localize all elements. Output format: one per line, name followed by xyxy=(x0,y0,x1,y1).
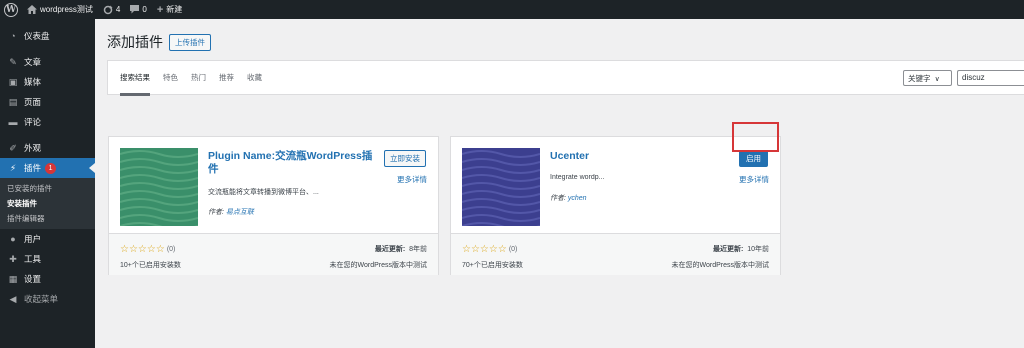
tab-search-results[interactable]: 搜索结果 xyxy=(120,61,150,96)
plugin-author: 作者: 易点互联 xyxy=(208,209,254,216)
chevron-down-icon: ∨ xyxy=(934,76,940,83)
active-installs: 10+个已启用安装数 xyxy=(120,262,181,269)
install-now-button[interactable]: 立即安装 xyxy=(384,150,426,167)
plus-icon: + xyxy=(156,3,164,16)
search-input[interactable]: discuz xyxy=(957,70,1024,86)
sidebar-item-media[interactable]: ▣ 媒体 xyxy=(0,72,95,92)
last-updated: 最近更新: 10年前 xyxy=(712,246,769,253)
tab-favorites[interactable]: 收藏 xyxy=(247,61,262,96)
sidebar-item-posts[interactable]: ✎ 文章 xyxy=(0,52,95,72)
page-icon: ▤ xyxy=(8,96,18,107)
plugin-name-link[interactable]: Ucenter xyxy=(550,150,715,163)
comment-icon: ▬ xyxy=(8,117,18,127)
plugin-update-badge: 1 xyxy=(45,162,57,174)
updates-count: 4 xyxy=(115,5,121,14)
media-icon: ▣ xyxy=(8,76,18,87)
comment-bubble-icon xyxy=(130,5,140,14)
refresh-icon xyxy=(103,5,113,15)
page-header: 添加插件 上传插件 xyxy=(107,32,211,52)
sidebar-item-collapse[interactable]: ◀ 收起菜单 xyxy=(0,289,95,309)
plugin-description: Integrate wordp... xyxy=(550,174,605,181)
comments-link[interactable]: 0 xyxy=(125,0,151,19)
sidebar-item-plugins[interactable]: ⚡ 插件 1 xyxy=(0,158,95,178)
settings-icon: ▦ xyxy=(8,273,18,284)
brush-icon: ✐ xyxy=(9,142,17,153)
tab-recommended[interactable]: 推荐 xyxy=(219,61,234,96)
plugin-card-footer: ☆☆☆☆☆ (0) 70+个已启用安装数 最近更新: 10年前 未在您的Word… xyxy=(451,233,780,275)
plugin-name-link[interactable]: Plugin Name:交流瓶WordPress插件 xyxy=(208,150,373,176)
collapse-icon: ◀ xyxy=(9,293,17,304)
more-details-link[interactable]: 更多详情 xyxy=(397,174,427,185)
wrench-icon: ✚ xyxy=(9,253,17,264)
home-icon xyxy=(27,5,37,14)
tab-popular[interactable]: 热门 xyxy=(191,61,206,96)
plugin-description: 交流瓶能将文章转播到微博平台、... xyxy=(208,189,319,196)
upload-plugin-button[interactable]: 上传插件 xyxy=(169,33,211,51)
main-content: 添加插件 上传插件 搜索结果 特色 热门 推荐 收藏 关键字 ∨ discuz xyxy=(95,19,1024,348)
plugin-icon: ⚡ xyxy=(9,162,17,173)
site-name-link[interactable]: wordpress测试 xyxy=(22,0,98,19)
rating-count[interactable]: (0) xyxy=(509,246,518,253)
plugins-submenu: 已安装的插件 安装插件 插件编辑器 xyxy=(0,178,95,229)
rating-count[interactable]: (0) xyxy=(167,246,176,253)
sidebar-item-appearance[interactable]: ✐ 外观 xyxy=(0,138,95,158)
submenu-plugin-editor[interactable]: 插件编辑器 xyxy=(0,211,95,226)
plugin-card: Ucenter Integrate wordp... 作者: ychen 启用 … xyxy=(450,136,781,275)
pin-icon: ✎ xyxy=(9,56,17,67)
dashboard-icon: ◔ xyxy=(10,31,16,41)
author-link[interactable]: 易点互联 xyxy=(226,209,254,216)
wave-pattern xyxy=(120,148,198,226)
more-details-link[interactable]: 更多详情 xyxy=(739,174,769,185)
tab-featured[interactable]: 特色 xyxy=(163,61,178,96)
plugin-icon-image[interactable] xyxy=(120,148,198,226)
updates-link[interactable]: 4 xyxy=(98,0,125,19)
wordpress-logo-icon[interactable]: W xyxy=(4,2,18,17)
sidebar-item-pages[interactable]: ▤ 页面 xyxy=(0,92,95,112)
star-icons: ☆☆☆☆☆ xyxy=(120,244,165,255)
search-type-select[interactable]: 关键字 ∨ xyxy=(903,70,952,86)
star-rating: ☆☆☆☆☆ (0) xyxy=(462,244,517,255)
admin-sidebar: ◔ 仪表盘 ✎ 文章 ▣ 媒体 ▤ 页面 ▬ 评论 ✐ 外观 ⚡ 插件 1 已安… xyxy=(0,19,95,348)
sidebar-item-dashboard[interactable]: ◔ 仪表盘 xyxy=(0,26,95,46)
sidebar-item-settings[interactable]: ▦ 设置 xyxy=(0,269,95,289)
new-content-link[interactable]: + 新建 xyxy=(152,0,187,19)
site-name: wordpress测试 xyxy=(40,5,93,14)
plugin-icon-image[interactable] xyxy=(462,148,540,226)
sidebar-item-comments[interactable]: ▬ 评论 xyxy=(0,112,95,132)
star-rating: ☆☆☆☆☆ (0) xyxy=(120,244,175,255)
last-updated: 最近更新: 8年前 xyxy=(374,246,427,253)
submenu-installed-plugins[interactable]: 已安装的插件 xyxy=(0,181,95,196)
plugin-card: Plugin Name:交流瓶WordPress插件 交流瓶能将文章转播到微博平… xyxy=(108,136,439,275)
active-installs: 70+个已启用安装数 xyxy=(462,262,523,269)
compatibility-note: 未在您的WordPress版本中测试 xyxy=(671,262,770,269)
comments-count: 0 xyxy=(142,5,147,14)
submenu-add-plugins[interactable]: 安装插件 xyxy=(0,196,95,211)
plugin-author: 作者: ychen xyxy=(550,195,587,202)
plugin-card-footer: ☆☆☆☆☆ (0) 10+个已启用安装数 最近更新: 8年前 未在您的WordP… xyxy=(109,233,438,275)
user-icon: ● xyxy=(10,234,16,244)
new-label: 新建 xyxy=(166,5,183,14)
sidebar-item-tools[interactable]: ✚ 工具 xyxy=(0,249,95,269)
compatibility-note: 未在您的WordPress版本中测试 xyxy=(329,262,428,269)
author-link[interactable]: ychen xyxy=(568,195,587,202)
page-title: 添加插件 xyxy=(107,34,163,50)
star-icons: ☆☆☆☆☆ xyxy=(462,244,507,255)
sidebar-item-users[interactable]: ● 用户 xyxy=(0,229,95,249)
activate-button[interactable]: 启用 xyxy=(739,150,768,167)
filter-tabs: 搜索结果 特色 热门 推荐 收藏 xyxy=(120,61,275,96)
wave-pattern xyxy=(462,148,540,226)
admin-bar: W wordpress测试 4 0 + 新建 xyxy=(0,0,1024,19)
filter-bar: 搜索结果 特色 热门 推荐 收藏 关键字 ∨ discuz xyxy=(107,60,1024,96)
